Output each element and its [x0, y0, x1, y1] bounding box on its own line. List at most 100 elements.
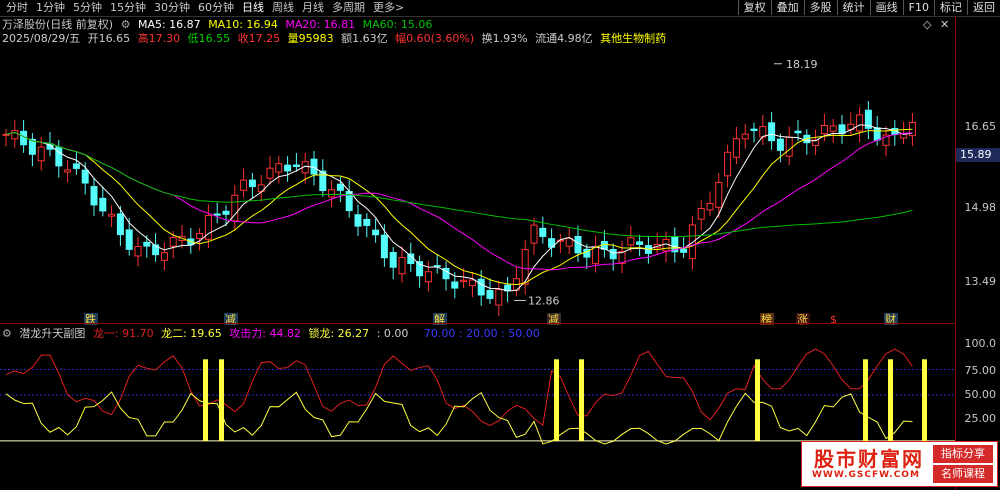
candle-body-27 — [240, 179, 248, 191]
logo-url: WWW.GSCFW.COM — [812, 470, 920, 480]
candle-body-93 — [820, 125, 828, 135]
candle-body-97 — [856, 114, 864, 132]
ma20-line — [5, 131, 913, 271]
logo-name: 股市财富网 — [814, 447, 924, 471]
candle-body-16 — [143, 241, 151, 247]
candle-body-24 — [213, 213, 221, 216]
candle-body-32 — [284, 164, 292, 172]
axis-label-sub-1: 100.0 — [964, 337, 997, 350]
candle-body-65 — [574, 235, 582, 254]
candle-body-75 — [662, 238, 670, 252]
candle-body-79 — [697, 207, 705, 220]
candle-body-15 — [134, 245, 142, 257]
candle-body-88 — [776, 138, 784, 151]
candle-body-14 — [125, 229, 133, 250]
candle-body-53 — [468, 279, 476, 287]
event-marker-6: $ — [830, 313, 837, 326]
candle-body-90 — [794, 130, 802, 134]
candle-body-87 — [768, 122, 776, 142]
candle-body-60 — [530, 224, 538, 244]
candle-body-31 — [275, 163, 283, 173]
candle-body-52 — [460, 279, 468, 283]
candle-body-77 — [680, 248, 688, 253]
logo-button-share: 指标分享 — [933, 445, 993, 463]
candle-body-25 — [222, 210, 230, 215]
signal-bar-3 — [579, 359, 584, 441]
candle-body-83 — [732, 138, 740, 158]
candle-body-82 — [724, 151, 732, 177]
candle-body-49 — [433, 265, 441, 268]
candle-body-9 — [81, 169, 89, 184]
indicator-yellow-line — [5, 391, 913, 445]
event-marker-5: 涨 — [797, 313, 808, 326]
axis-label-sub-3: 50.00 — [964, 388, 997, 401]
candle-body-85 — [750, 128, 758, 132]
axis-label-main-1: 16.65 — [964, 120, 997, 133]
signal-bar-5 — [863, 359, 868, 441]
candle-body-7 — [64, 169, 72, 173]
watermark-logo: 股市财富网 WWW.GSCFW.COM 指标分享 名师课程 — [801, 441, 998, 487]
signal-bar-0 — [203, 359, 208, 441]
signal-bar-7 — [922, 359, 927, 441]
signal-bar-4 — [755, 359, 760, 441]
indicator-line1: 龙一: 91.70 — [92, 327, 154, 340]
candle-body-55 — [486, 289, 494, 299]
candle-body-44 — [389, 252, 397, 268]
candle-body-41 — [363, 218, 371, 226]
candle-body-12 — [108, 213, 116, 217]
candle-body-28 — [248, 179, 256, 188]
candle-body-45 — [398, 257, 406, 275]
indicator-name[interactable]: 潜龙升天副图 — [19, 327, 85, 340]
candle-body-13 — [116, 213, 124, 236]
indicator-line2: 龙二: 19.65 — [161, 327, 222, 340]
candle-body-59 — [521, 249, 529, 285]
indicator-zero: : 0.00 — [376, 327, 409, 340]
candle-body-6 — [55, 146, 63, 167]
low-price-label: 12.86 — [528, 294, 560, 307]
event-marker-3: 减 — [548, 313, 559, 326]
candle-body-69 — [609, 249, 617, 260]
indicator-levels: 70.00 : 20.00 : 50.00 — [423, 327, 540, 340]
ma60-line — [5, 131, 913, 238]
logo-button-course: 名师课程 — [933, 465, 993, 483]
candle-body-40 — [354, 214, 362, 227]
candle-body-30 — [266, 167, 274, 179]
candle-body-18 — [160, 252, 168, 261]
kline-chart[interactable]: 18.1912.86跌减解减榜涨 $ 财 — [0, 0, 1000, 490]
candle-body-43 — [380, 234, 388, 259]
candle-body-4 — [37, 146, 45, 162]
indicator-settings-icon[interactable]: ⚙ — [2, 327, 12, 340]
candle-body-37 — [328, 189, 336, 198]
indicator-info-line: ⚙ 潜龙升天副图 龙一: 91.70 龙二: 19.65 攻击力: 44.82 … — [2, 327, 544, 341]
high-price-label: 18.19 — [786, 58, 818, 71]
axis-label-main-3: 13.49 — [964, 275, 997, 288]
candle-body-80 — [706, 202, 714, 211]
axis-label-main-2: 14.98 — [964, 201, 997, 214]
pane-divider — [0, 323, 956, 324]
candle-body-64 — [565, 237, 573, 247]
candle-body-42 — [372, 229, 380, 236]
signal-bar-2 — [554, 359, 559, 441]
candle-body-56 — [495, 289, 503, 306]
candle-body-71 — [627, 237, 635, 246]
indicator-red-line — [5, 348, 913, 427]
event-marker-1: 减 — [225, 313, 236, 326]
candle-body-38 — [336, 183, 344, 191]
candle-body-89 — [785, 136, 793, 157]
ma10-line — [5, 128, 913, 286]
candle-body-99 — [873, 127, 881, 141]
candle-body-33 — [292, 164, 300, 168]
signal-bar-1 — [219, 359, 224, 441]
axis-label-sub-4: 25.00 — [964, 412, 997, 425]
candle-body-10 — [90, 186, 98, 206]
indicator-attack: 攻击力: 44.82 — [229, 327, 301, 340]
candle-body-78 — [688, 224, 696, 260]
candle-body-67 — [592, 246, 600, 265]
signal-bar-6 — [888, 359, 893, 441]
candle-body-84 — [741, 133, 749, 140]
candle-body-94 — [829, 125, 837, 132]
axis-label-sub-2: 75.00 — [964, 364, 997, 377]
candle-body-54 — [477, 278, 485, 296]
candle-body-81 — [715, 181, 723, 208]
candle-body-48 — [424, 271, 432, 283]
